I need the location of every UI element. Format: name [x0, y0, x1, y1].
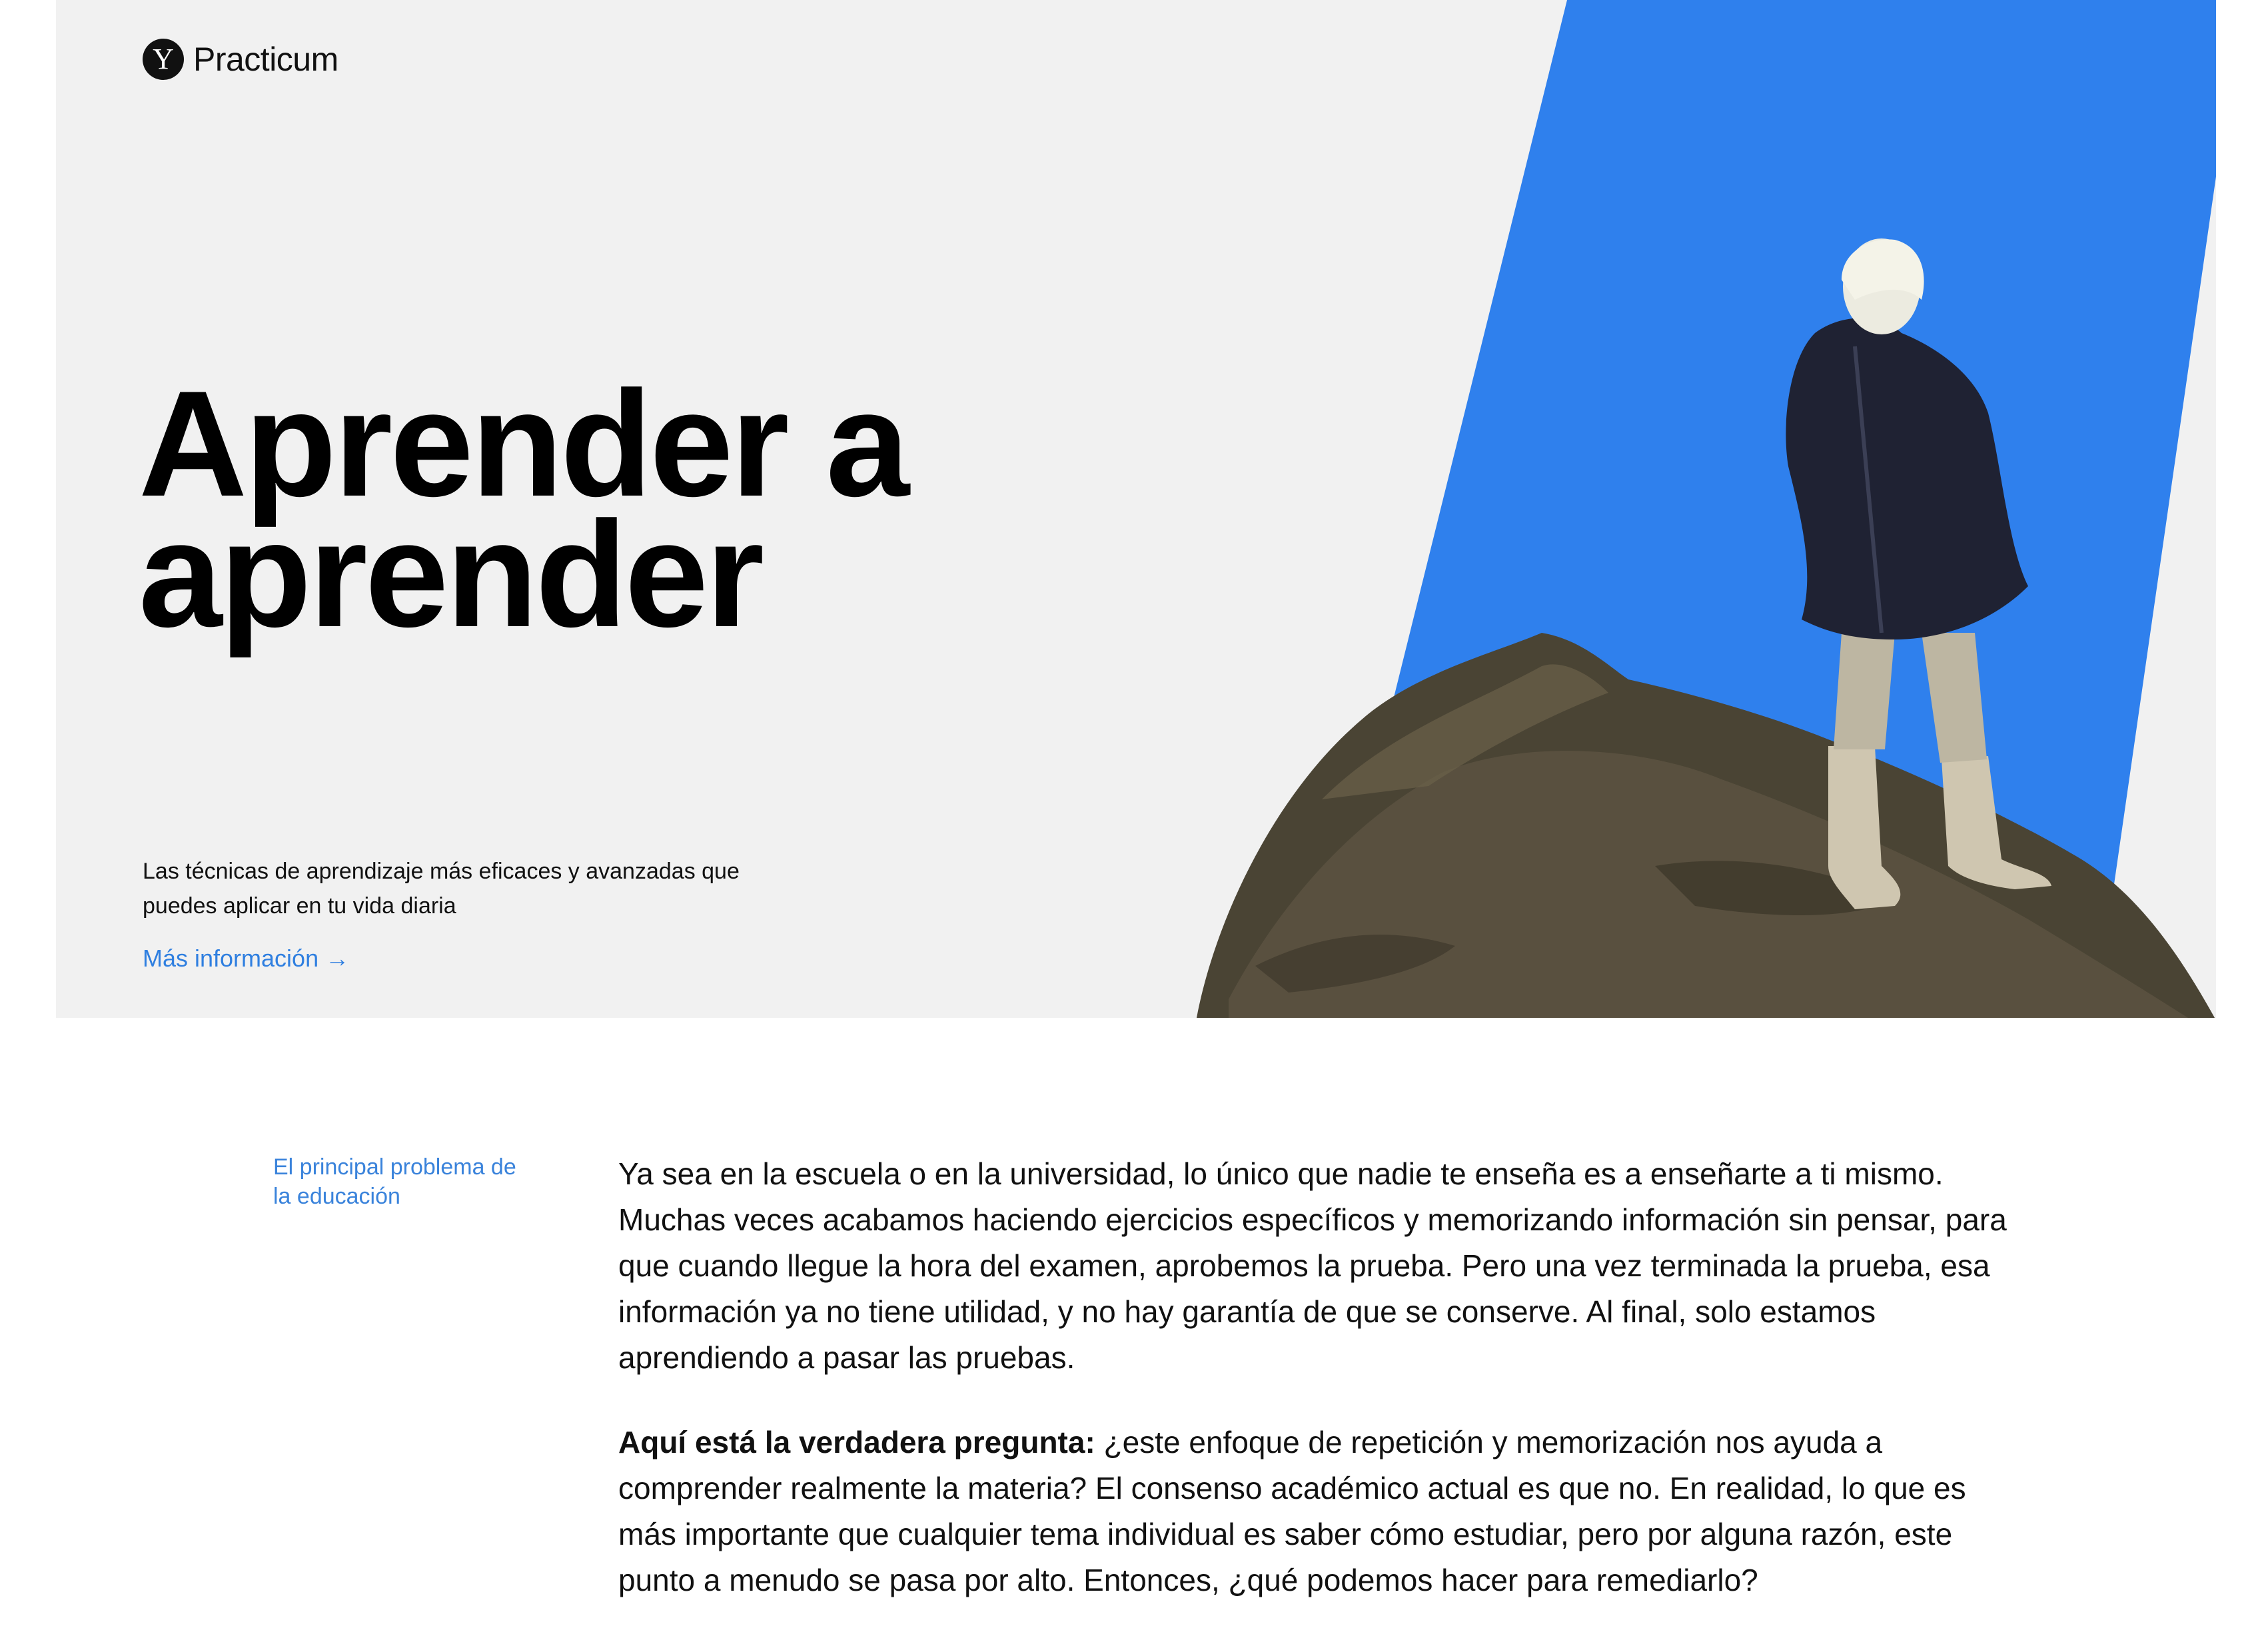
- paragraph: Aquí está la verdadera pregunta: ¿este e…: [618, 1420, 2011, 1603]
- paragraph-lead-bold: Aquí está la verdadera pregunta:: [618, 1425, 1095, 1459]
- hero-subtitle: Las técnicas de aprendizaje más eficaces…: [143, 859, 740, 919]
- brand-logo[interactable]: Y Practicum: [143, 39, 338, 80]
- article-body: Ya sea en la escuela o en la universidad…: [618, 1151, 2011, 1642]
- paragraph: Ya sea en la escuela o en la universidad…: [618, 1156, 2007, 1375]
- hero-section: Y Practicum Aprender a aprender Las técn…: [56, 0, 2216, 1018]
- section-label: El principal problema de la educación: [273, 1154, 516, 1209]
- yandex-logo-icon: Y: [143, 39, 184, 80]
- page-title: Aprender a aprender: [139, 359, 909, 658]
- more-info-link[interactable]: Más información →: [143, 945, 349, 973]
- brand-name: Practicum: [193, 41, 338, 78]
